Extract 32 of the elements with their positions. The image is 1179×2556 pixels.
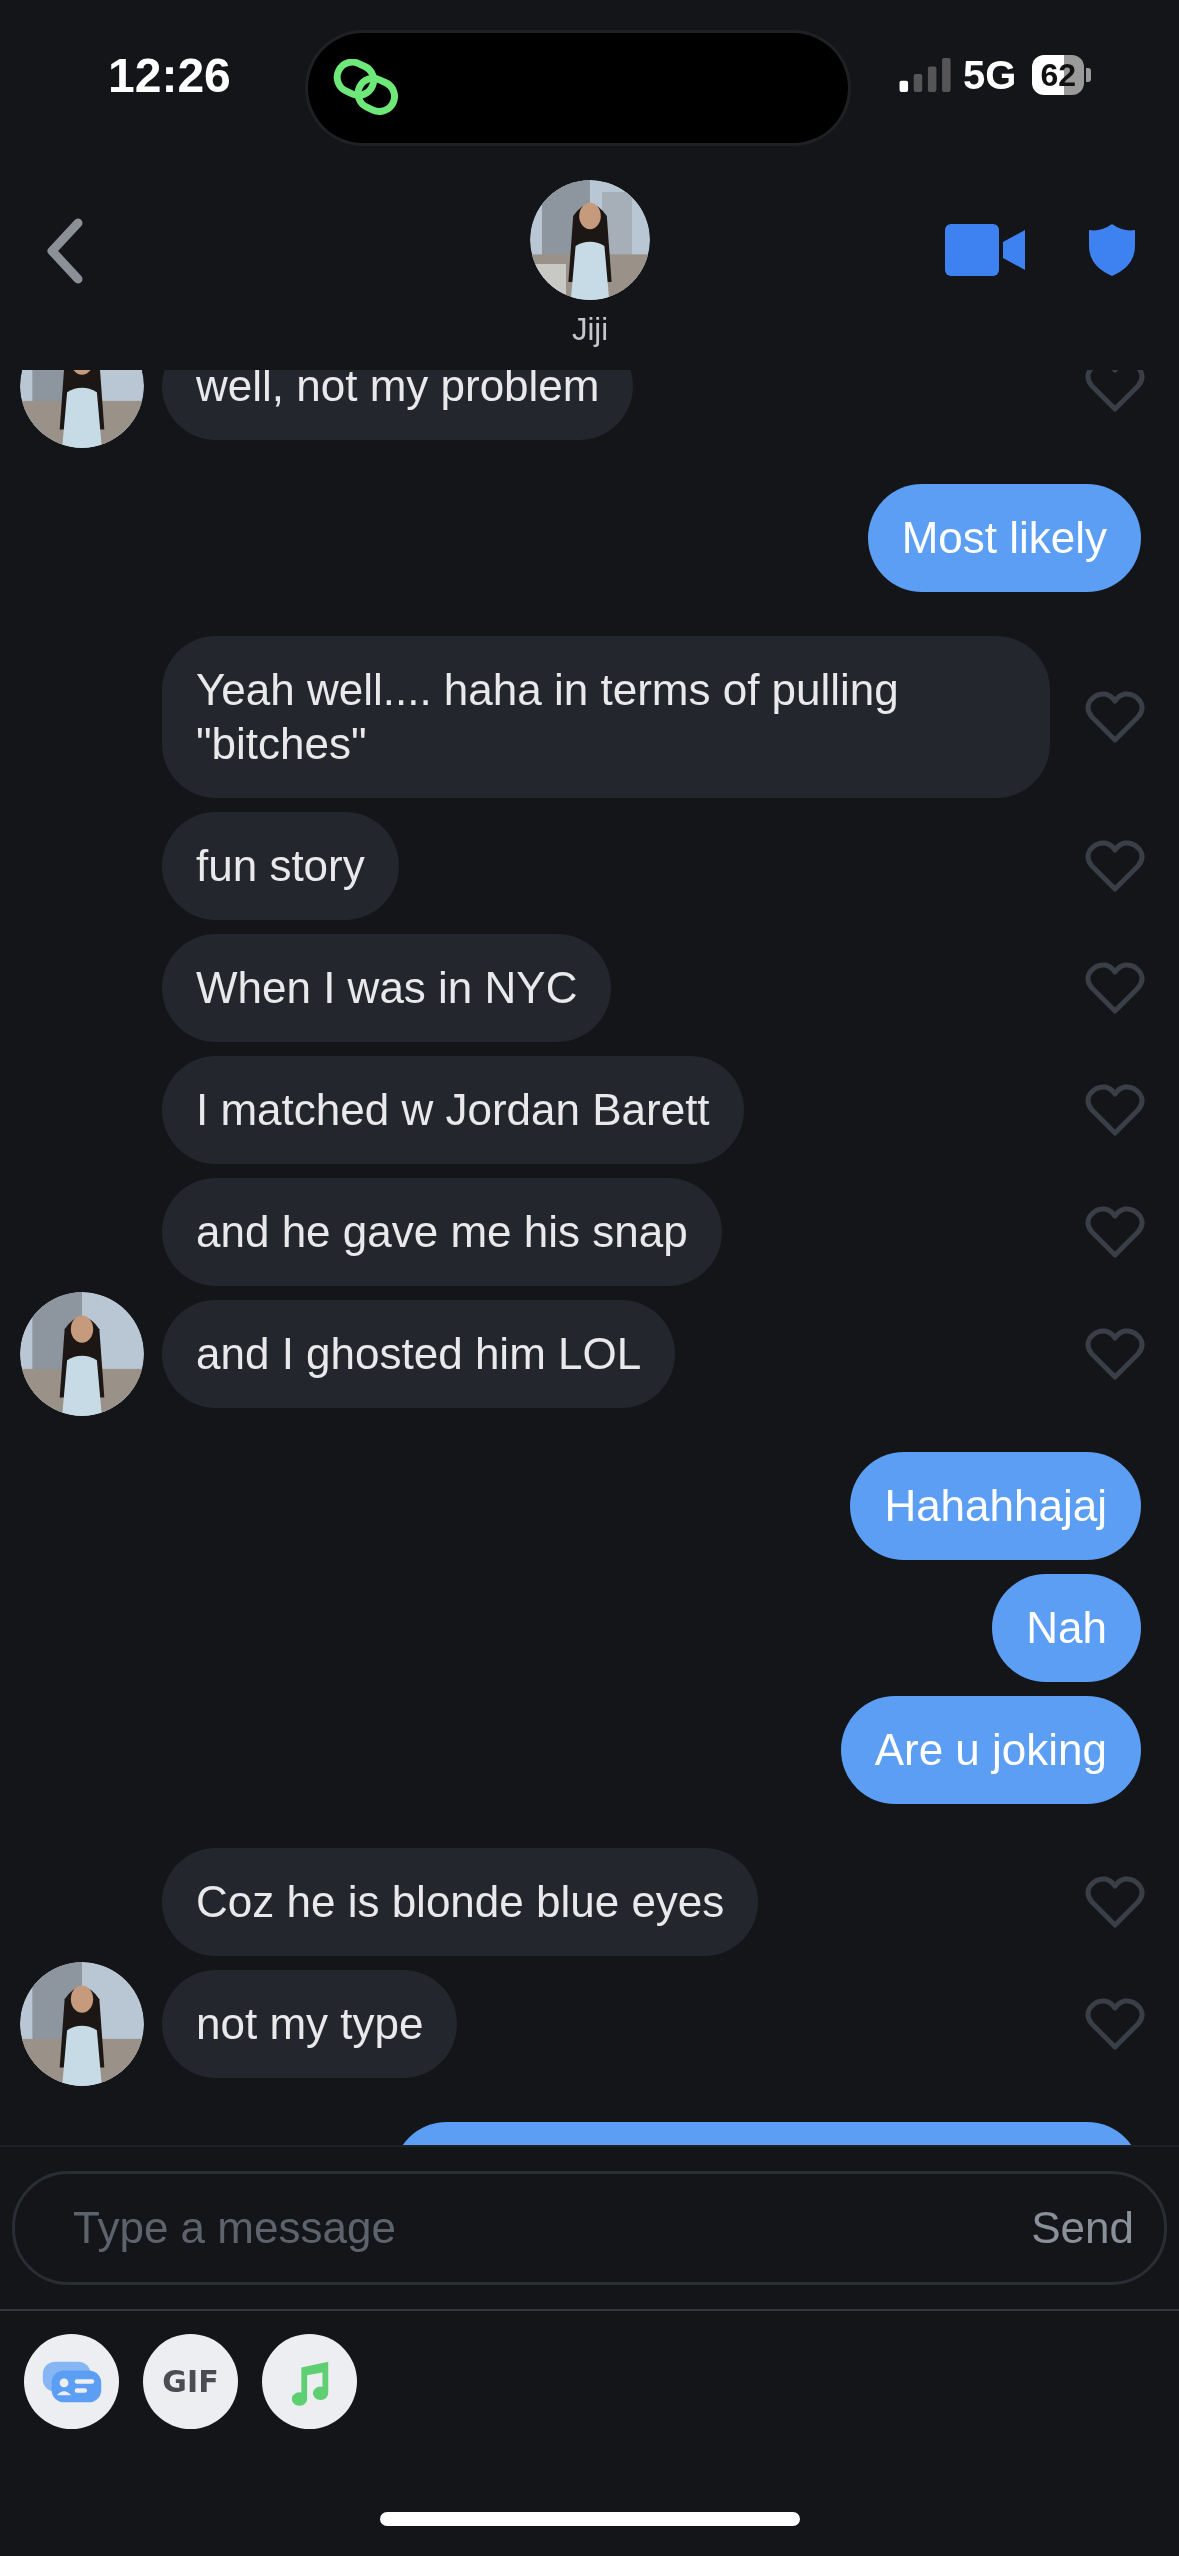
heart-icon[interactable] — [1085, 1327, 1145, 1381]
message-bubble: and I ghosted him LOL — [162, 1300, 676, 1408]
heart-icon[interactable] — [1085, 1875, 1145, 1929]
back-icon[interactable] — [45, 218, 85, 284]
shield-icon[interactable] — [1087, 222, 1137, 278]
message-bubble: not my type — [162, 1970, 458, 2078]
network-label: 5G — [963, 52, 1017, 98]
status-time: 12:26 — [108, 47, 232, 103]
heart-icon[interactable] — [1085, 839, 1145, 893]
message-bubble: and he gave me his snap — [162, 1178, 722, 1286]
signal-icon — [899, 58, 954, 92]
heart-icon[interactable] — [1085, 961, 1145, 1015]
battery-indicator: 62 — [1032, 55, 1091, 95]
message-bubble: When I was in NYC — [162, 934, 612, 1042]
message-bubble: Coz he is blonde blue eyes — [162, 1848, 759, 1956]
message-bubble: I matched w Jordan Barett — [162, 1056, 744, 1164]
message-bubble: Hahahhajaj — [850, 1452, 1141, 1560]
message-input[interactable]: Type a message Send — [12, 2171, 1167, 2285]
message-bubble: Yeah well.... haha in terms of pulling "bitches" — [162, 636, 1050, 798]
message-bubble: Nah — [992, 1574, 1141, 1682]
gif-button[interactable]: GIF — [143, 2334, 238, 2429]
send-button[interactable]: Send — [1031, 2203, 1134, 2253]
message-bubble: Most likely — [867, 484, 1141, 592]
message-bubble: Are u joking — [840, 1696, 1141, 1804]
heart-icon[interactable] — [1085, 690, 1145, 744]
heart-icon[interactable] — [1085, 1205, 1145, 1259]
heart-icon[interactable] — [1085, 370, 1145, 413]
heart-icon[interactable] — [1085, 1083, 1145, 1137]
heart-icon[interactable] — [1085, 1997, 1145, 2051]
video-call-icon[interactable] — [945, 224, 1025, 276]
message-bubble: fun story — [162, 812, 399, 920]
contact-name: Jiji — [571, 312, 609, 348]
